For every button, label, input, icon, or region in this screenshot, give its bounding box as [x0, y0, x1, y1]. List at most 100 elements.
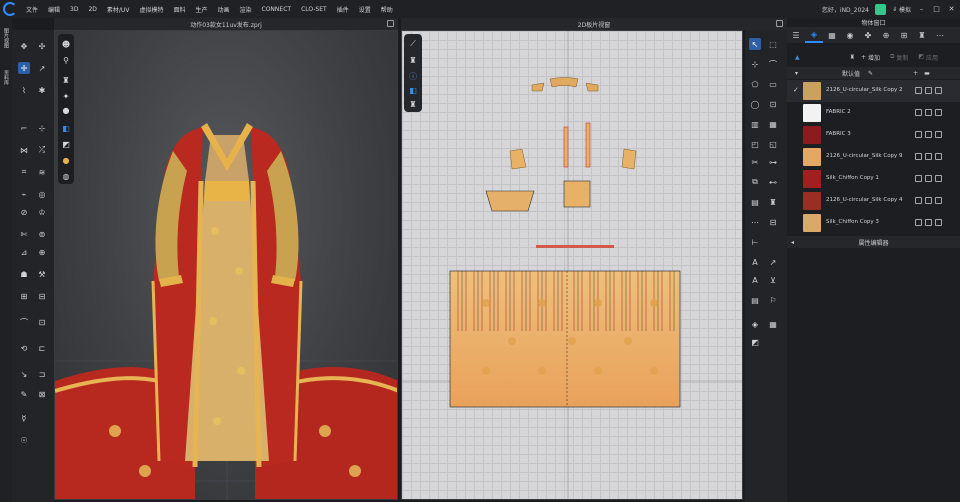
menu-avatar[interactable]: 虚拟模特 — [134, 5, 168, 14]
ruler-tool-icon[interactable]: ⊏ — [36, 342, 48, 354]
2d-edit-curve-icon[interactable]: ⌒ — [767, 58, 779, 70]
2d-internal-icon[interactable]: ⊡ — [767, 98, 779, 110]
minimize-icon[interactable]: – — [917, 5, 926, 14]
fabric-item[interactable]: FABRIC 3 — [787, 124, 960, 146]
menu-production[interactable]: 生产 — [190, 5, 212, 14]
2d-segment-icon[interactable]: ⧉ — [749, 176, 761, 188]
menu-2d[interactable]: 2D — [83, 6, 101, 13]
fabric-item[interactable]: ✓ 2126_U-circular_Silk Copy 2 — [787, 80, 960, 102]
hanger-icon[interactable]: ⌒ — [18, 316, 30, 328]
default-group-row[interactable]: ▾ 默认值 ✎ + ▬ — [787, 67, 960, 79]
viewport-2d[interactable] — [401, 30, 743, 500]
2d-stack-icon[interactable]: ▤ — [749, 294, 761, 306]
move-tool-icon[interactable]: ✣ — [36, 40, 48, 52]
menu-edit[interactable]: 编辑 — [43, 5, 65, 14]
fabric-add-icon[interactable] — [915, 197, 922, 204]
2d-text-edit-icon[interactable]: A — [749, 274, 761, 286]
fabric-add-icon[interactable] — [915, 219, 922, 226]
fabric-delete-icon[interactable] — [935, 153, 942, 160]
2d-transform-icon[interactable]: ⬚ — [767, 38, 779, 50]
viewport-2d-maximize-icon[interactable] — [776, 20, 783, 27]
free-sew-icon[interactable]: ⊹ — [36, 122, 48, 134]
fabric-delete-icon[interactable] — [935, 87, 942, 94]
display-garment-icon[interactable]: ♜ — [60, 74, 72, 86]
shirt-tool-icon[interactable]: ♔ — [36, 206, 48, 218]
2d-free-sew-icon[interactable]: ⊷ — [767, 176, 779, 188]
pattern-garment-icon[interactable]: ♜ — [407, 54, 419, 66]
viewport-3d[interactable] — [54, 30, 398, 500]
pattern-avatar-icon[interactable]: ♜ — [407, 98, 419, 110]
pattern-line-icon[interactable]: ⟋ — [407, 38, 419, 50]
fabric-copy-icon[interactable] — [925, 87, 932, 94]
user-greeting[interactable]: 您好，iND_2024 — [822, 5, 869, 14]
fabric-delete-icon[interactable] — [935, 219, 942, 226]
close-icon[interactable]: ✕ — [947, 5, 956, 14]
fabric-copy-icon[interactable] — [925, 219, 932, 226]
menu-fabric[interactable]: 面料 — [168, 5, 190, 14]
pattern-tab-icon[interactable]: ▦ — [823, 27, 841, 43]
button-tool-icon[interactable]: ◎ — [36, 188, 48, 200]
fabric-add-icon[interactable] — [915, 87, 922, 94]
2d-circle-icon[interactable]: ◯ — [749, 98, 761, 110]
zipper-icon[interactable]: ⌁ — [18, 188, 30, 200]
2d-grade-icon[interactable]: ⋯ — [749, 216, 761, 228]
fabric-add-icon[interactable] — [915, 109, 922, 116]
2d-measure-icon[interactable]: ⊻ — [767, 274, 779, 286]
pattern-info-icon[interactable]: ⓘ — [407, 70, 419, 82]
display-ruler-icon[interactable]: ◩ — [60, 138, 72, 150]
menu-material-uv[interactable]: 素材/UV — [102, 5, 135, 14]
menu-clo-set[interactable]: CLO-SET — [296, 6, 332, 13]
2d-map-icon[interactable]: ◩ — [749, 336, 761, 348]
topstitch-tab-icon[interactable]: ✤ — [859, 27, 877, 43]
fabric-item[interactable]: 2126_U-circular_Silk Copy 9 — [787, 146, 960, 168]
menu-render[interactable]: 渲染 — [235, 5, 257, 14]
menu-file[interactable]: 文件 — [21, 5, 43, 14]
vtab-image-view[interactable]: 图片视图 — [2, 28, 10, 48]
fabric-copy-icon[interactable] — [925, 153, 932, 160]
add-button[interactable]: + 增加 — [861, 53, 880, 62]
shirt-icon[interactable]: ♜ — [850, 54, 855, 61]
display-pins-icon[interactable]: ✦ — [60, 90, 72, 102]
mode-selector[interactable]: ⇓ 模拟 — [892, 5, 911, 14]
target-tool-icon[interactable]: ⊕ — [36, 246, 48, 258]
2d-polygon-icon[interactable]: ⬠ — [749, 78, 761, 90]
fabric-delete-icon[interactable] — [935, 109, 942, 116]
fabric-copy-icon[interactable] — [925, 109, 932, 116]
fabric-copy-icon[interactable] — [925, 197, 932, 204]
axis-tool-icon[interactable]: ⟲ — [18, 342, 30, 354]
2d-edit-point-icon[interactable]: ⊹ — [749, 58, 761, 70]
2d-hanger-icon[interactable]: ⚐ — [767, 294, 779, 306]
2d-sew-icon[interactable]: ⊶ — [767, 156, 779, 168]
2d-text-icon[interactable]: A — [749, 256, 761, 268]
seam-icon[interactable]: ≋ — [36, 166, 48, 178]
tack-tool-icon[interactable]: ✱ — [36, 84, 48, 96]
menu-3d[interactable]: 3D — [65, 6, 83, 13]
2d-dart-icon[interactable]: ▥ — [749, 118, 761, 130]
display-texture-icon[interactable]: ◧ — [60, 122, 72, 134]
display-light-icon[interactable]: ● — [60, 154, 72, 166]
pattern-texture-icon[interactable]: ◧ — [407, 84, 419, 96]
2d-fold-icon[interactable]: ◱ — [767, 138, 779, 150]
avatar-tab-icon[interactable]: ♜ — [913, 27, 931, 43]
2d-cut-icon[interactable]: ✂ — [749, 156, 761, 168]
tape-icon[interactable]: ⊐ — [36, 368, 48, 380]
viewport-3d-maximize-icon[interactable] — [387, 20, 394, 27]
topstitch-icon[interactable]: ⌗ — [18, 166, 30, 178]
transform-tool-icon[interactable]: ✛ — [18, 62, 30, 74]
menu-connect[interactable]: CONNECT — [257, 6, 297, 13]
avatar-pose-icon[interactable]: ☉ — [18, 434, 30, 446]
2d-select-icon[interactable]: ↖ — [749, 38, 761, 50]
fabric-tab-icon[interactable]: ◈ — [805, 27, 823, 43]
fabric-item[interactable]: Silk_Chiffon Copy 3 — [787, 212, 960, 234]
2d-garment-icon[interactable]: ♜ — [767, 196, 779, 208]
more-tab-icon[interactable]: ⋯ — [931, 27, 949, 43]
fill-tool-icon[interactable]: ⊿ — [18, 246, 30, 258]
circle-tool-icon[interactable]: ⊚ — [36, 228, 48, 240]
button-tab-icon[interactable]: ◉ — [841, 27, 859, 43]
add-group-icon[interactable]: + — [913, 70, 918, 77]
fabric-copy-icon[interactable] — [925, 131, 932, 138]
measure-icon[interactable]: ⊡ — [36, 316, 48, 328]
display-world-icon[interactable]: ◍ — [60, 170, 72, 182]
edit-icon[interactable]: ✎ — [868, 70, 873, 77]
list-icon[interactable]: ☰ — [787, 27, 805, 43]
